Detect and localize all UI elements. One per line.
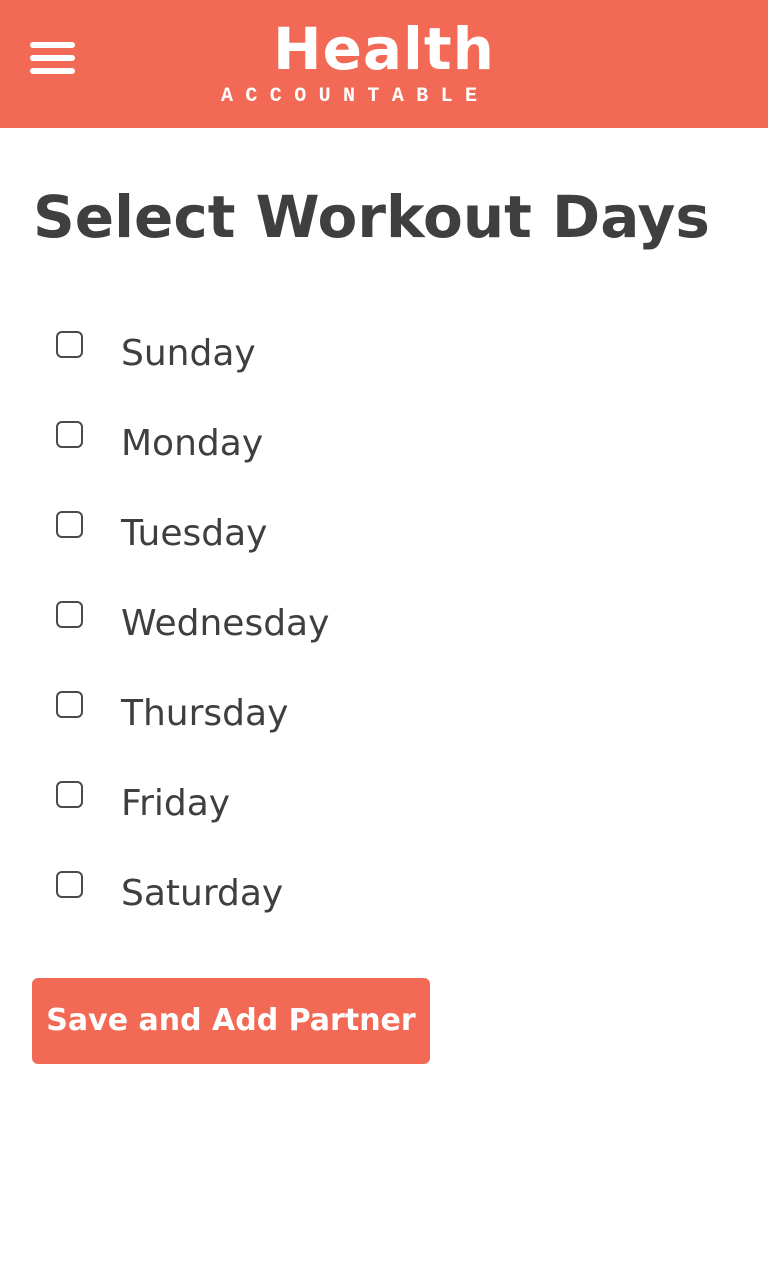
saturday-checkbox[interactable]	[56, 871, 83, 898]
day-option-wednesday[interactable]: Wednesday	[0, 590, 768, 660]
day-label[interactable]: Saturday	[121, 872, 283, 916]
day-option-saturday[interactable]: Saturday	[0, 860, 768, 930]
day-label[interactable]: Sunday	[121, 332, 256, 376]
day-label[interactable]: Wednesday	[121, 602, 329, 646]
friday-checkbox[interactable]	[56, 781, 83, 808]
day-label[interactable]: Friday	[121, 782, 230, 826]
tuesday-checkbox[interactable]	[56, 511, 83, 538]
day-label[interactable]: Tuesday	[121, 512, 267, 556]
thursday-checkbox[interactable]	[56, 691, 83, 718]
brand-subtitle: ACCOUNTABLE	[221, 85, 490, 108]
wednesday-checkbox[interactable]	[56, 601, 83, 628]
day-label[interactable]: Monday	[121, 422, 263, 466]
day-option-friday[interactable]: Friday	[0, 770, 768, 840]
sunday-checkbox[interactable]	[56, 331, 83, 358]
save-and-add-partner-button[interactable]: Save and Add Partner	[32, 978, 430, 1064]
day-option-tuesday[interactable]: Tuesday	[0, 500, 768, 570]
page-title: Select Workout Days	[33, 183, 710, 251]
day-option-sunday[interactable]: Sunday	[0, 320, 768, 390]
monday-checkbox[interactable]	[56, 421, 83, 448]
brand-title: Health	[273, 15, 495, 83]
day-label[interactable]: Thursday	[121, 692, 288, 736]
day-option-monday[interactable]: Monday	[0, 410, 768, 480]
app-header: Health ACCOUNTABLE	[0, 0, 768, 128]
day-option-thursday[interactable]: Thursday	[0, 680, 768, 750]
